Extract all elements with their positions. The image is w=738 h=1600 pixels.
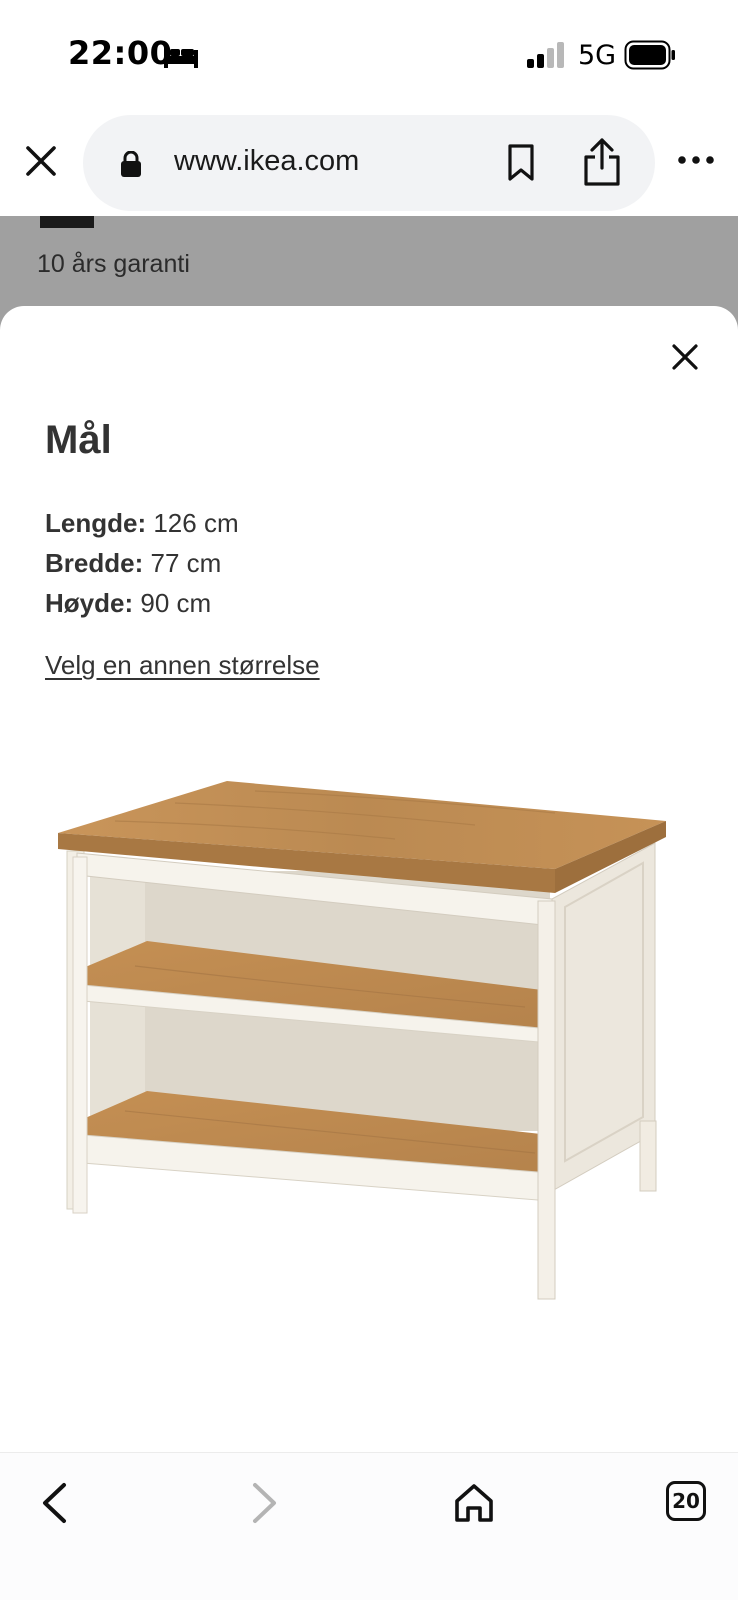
close-tab-button[interactable]	[20, 140, 62, 182]
dimension-label: Bredde:	[45, 548, 144, 578]
bookmark-icon[interactable]	[504, 143, 538, 183]
dimension-value: 90 cm	[140, 588, 212, 618]
dimension-list: Lengde: 126 cm Bredde: 77 cm Høyde: 90 c…	[45, 503, 239, 623]
status-time: 22:00	[68, 34, 173, 72]
home-icon	[455, 1484, 493, 1522]
tabs-button[interactable]: 20	[658, 1473, 718, 1533]
network-label: 5G	[578, 40, 617, 71]
home-button[interactable]	[444, 1473, 504, 1533]
product-image	[58, 781, 666, 1300]
choose-other-size-link[interactable]: Velg en annen størrelse	[45, 650, 320, 681]
dimension-label: Lengde:	[45, 508, 147, 538]
browser-bottom-toolbar: 20	[0, 1452, 738, 1600]
dimension-value: 126 cm	[153, 508, 239, 538]
close-icon	[26, 146, 56, 176]
battery-icon	[624, 40, 675, 70]
address-bar[interactable]: www.ikea.com	[83, 115, 655, 211]
more-icon[interactable]	[676, 150, 716, 170]
back-arrow-icon	[43, 1483, 66, 1523]
dimension-label: Høyde:	[45, 588, 134, 618]
dimensions-sheet: Mål Lengde: 126 cm Bredde: 77 cm Høyde: …	[0, 306, 738, 1456]
back-button[interactable]	[24, 1473, 84, 1533]
dimension-width: Bredde: 77 cm	[45, 543, 239, 583]
tabs-icon: 20	[666, 1481, 706, 1521]
bed-icon	[164, 46, 198, 68]
warranty-text: 10 års garanti	[37, 250, 190, 278]
dimension-length: Lengde: 126 cm	[45, 503, 239, 543]
sheet-close-button[interactable]	[664, 336, 706, 378]
sheet-title: Mål	[45, 418, 112, 462]
lock-icon	[121, 151, 141, 177]
background-element	[40, 216, 94, 228]
forward-arrow-icon	[253, 1483, 276, 1523]
url-text[interactable]: www.ikea.com	[174, 145, 359, 178]
status-bar: 22:00 5G	[0, 0, 738, 110]
share-icon[interactable]	[581, 137, 623, 187]
browser-toolbar: www.ikea.com	[0, 110, 738, 216]
dimension-value: 77 cm	[150, 548, 222, 578]
dimension-height: Høyde: 90 cm	[45, 583, 239, 623]
close-icon	[672, 344, 698, 370]
signal-icon	[527, 42, 564, 68]
forward-button[interactable]	[234, 1473, 294, 1533]
